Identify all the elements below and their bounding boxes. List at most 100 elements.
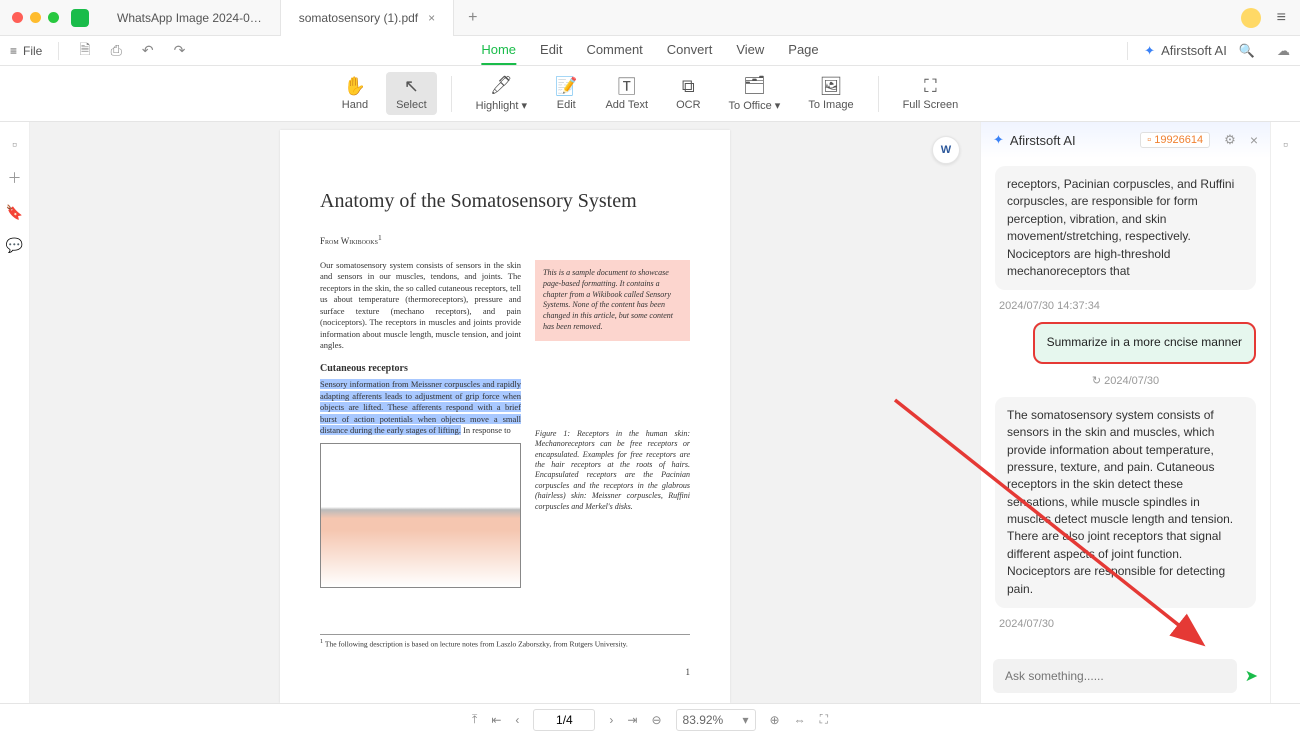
ai-message: receptors, Pacinian corpuscles, and Ruff… [995,166,1256,290]
highlighter-icon: 🖊 [490,76,513,96]
ai-label: Afirstsoft AI [1161,43,1227,58]
app-logo [71,9,89,27]
minimize-window-button[interactable] [30,12,41,23]
add-page-icon[interactable]: ＋ [8,168,22,188]
fit-width-icon[interactable]: ⇔ [794,713,806,727]
tab-whatsapp-image[interactable]: WhatsApp Image 2024-0… [99,0,281,36]
tab-somatosensory[interactable]: somatosensory (1).pdf × [281,0,454,36]
add-tab-button[interactable]: + [454,9,491,27]
file-menu[interactable]: ≡ File [10,44,42,58]
next-page-icon[interactable]: › [609,713,613,727]
tab-label: WhatsApp Image 2024-0… [117,11,262,25]
comments-icon[interactable]: 💬 [6,237,23,254]
ai-input[interactable] [993,659,1237,693]
sparkle-icon: ✦ [993,132,1004,148]
menubar: ≡ File 🗎 ⎙ ↶ ↷ Home Edit Comment Convert… [0,36,1300,66]
tool-select[interactable]: ↖ Select [386,72,437,115]
scroll-top-icon[interactable]: ⤒ [472,712,477,727]
tool-label: Edit [557,99,576,111]
tool-add-text[interactable]: 🅃 Add Text [595,72,658,115]
first-page-icon[interactable]: ⇤ [491,713,501,727]
close-panel-icon[interactable]: × [1250,132,1258,148]
tool-full-screen[interactable]: ⛶ Full Screen [893,72,969,115]
zoom-select[interactable]: 83.92%▾ [676,709,756,731]
zoom-in-icon[interactable]: ⊕ [770,713,780,727]
print-icon[interactable]: ⎙ [107,42,126,59]
menu-tabs: Home Edit Comment Convert View Page [481,36,818,65]
close-window-button[interactable] [12,12,23,23]
hand-icon: ✋ [344,76,366,96]
zoom-out-icon[interactable]: ⊖ [651,713,661,727]
image-icon: 🖼 [820,76,843,96]
ai-input-row: ➤ [981,649,1270,703]
tool-label: To Office ▾ [729,99,781,112]
doc-note: This is a sample document to showcase pa… [535,260,690,341]
tool-label: Full Screen [903,99,959,111]
tool-label: OCR [676,99,700,111]
doc-para1: Our somatosensory system consists of sen… [320,260,521,352]
text-icon: 🅃 [618,76,636,96]
ai-badge[interactable]: ✦ Afirstsoft AI [1144,43,1227,59]
ai-credits-badge[interactable]: ▫ 19926614 [1140,132,1210,148]
ai-panel-title: Afirstsoft AI [1010,133,1076,148]
right-rail: ▫ [1270,122,1300,703]
properties-icon[interactable]: ▫ [1283,136,1288,152]
user-message: Summarize in a more cncise manner [1033,322,1256,363]
document-area[interactable]: Anatomy of the Somatosensory System From… [30,122,980,703]
thumbnails-icon[interactable]: ▫ [12,136,17,152]
tool-hand[interactable]: ✋ Hand [332,72,378,115]
tool-edit[interactable]: 📝 Edit [545,72,587,115]
last-page-icon[interactable]: ⇥ [627,713,637,727]
page-input[interactable] [533,709,595,731]
edit-icon: 📝 [555,76,577,96]
main-menu-icon[interactable]: ≡ [1277,9,1286,27]
fit-page-icon[interactable]: ⛶ [820,712,828,727]
convert-to-word-badge[interactable]: W [932,136,960,164]
doc-source: From Wikibooks1 [320,233,690,246]
tab-label: somatosensory (1).pdf [299,11,418,25]
menu-home[interactable]: Home [481,36,516,65]
menu-page[interactable]: Page [788,36,818,65]
tool-to-image[interactable]: 🖼 To Image [798,72,863,115]
tool-to-office[interactable]: 🗂 To Office ▾ [719,72,791,116]
doc-subhead: Cutaneous receptors [320,362,521,376]
close-tab-icon[interactable]: × [428,11,435,25]
toolbar: ✋ Hand ↖ Select 🖊 Highlight ▾ 📝 Edit 🅃 A… [0,66,1300,122]
tool-label: Select [396,99,427,111]
window-controls [0,12,71,23]
undo-icon[interactable]: ↶ [138,42,158,59]
fullscreen-icon: ⛶ [924,76,937,96]
pdf-page: Anatomy of the Somatosensory System From… [280,130,730,703]
cloud-icon[interactable]: ☁ [1277,43,1290,59]
menu-comment[interactable]: Comment [586,36,642,65]
page-number: 1 [686,667,691,677]
tool-ocr[interactable]: ⧉ OCR [666,72,710,115]
bookmarks-icon[interactable]: 🔖 [6,204,23,221]
tool-label: Hand [342,99,368,111]
prev-page-icon[interactable]: ‹ [515,713,519,727]
gear-icon[interactable]: ⚙ [1224,132,1236,148]
doc-para2: Sensory information from Meissner corpus… [320,379,521,436]
doc-footnote: 1 The following description is based on … [320,634,690,649]
user-avatar[interactable] [1241,8,1261,28]
tool-label: To Image [808,99,853,111]
menu-view[interactable]: View [736,36,764,65]
menu-convert[interactable]: Convert [667,36,713,65]
maximize-window-button[interactable] [48,12,59,23]
menu-edit[interactable]: Edit [540,36,562,65]
redo-icon[interactable]: ↷ [170,42,190,59]
cursor-icon: ↖ [404,76,419,96]
tool-label: Add Text [605,99,648,111]
file-label: File [23,44,42,58]
tool-highlight[interactable]: 🖊 Highlight ▾ [466,72,537,116]
sparkle-icon: ✦ [1144,43,1155,59]
message-time: 2024/07/30 [995,616,1256,632]
send-icon[interactable]: ➤ [1245,666,1258,686]
ai-message: The somatosensory system consists of sen… [995,397,1256,608]
figure-1 [320,443,521,588]
ai-messages[interactable]: receptors, Pacinian corpuscles, and Ruff… [981,158,1270,649]
figure-caption: Figure 1: Receptors in the human skin: M… [535,429,690,512]
tool-label: Highlight ▾ [476,99,527,112]
search-icon[interactable]: 🔍 [1239,43,1255,59]
save-icon[interactable]: 🗎 [75,39,94,63]
